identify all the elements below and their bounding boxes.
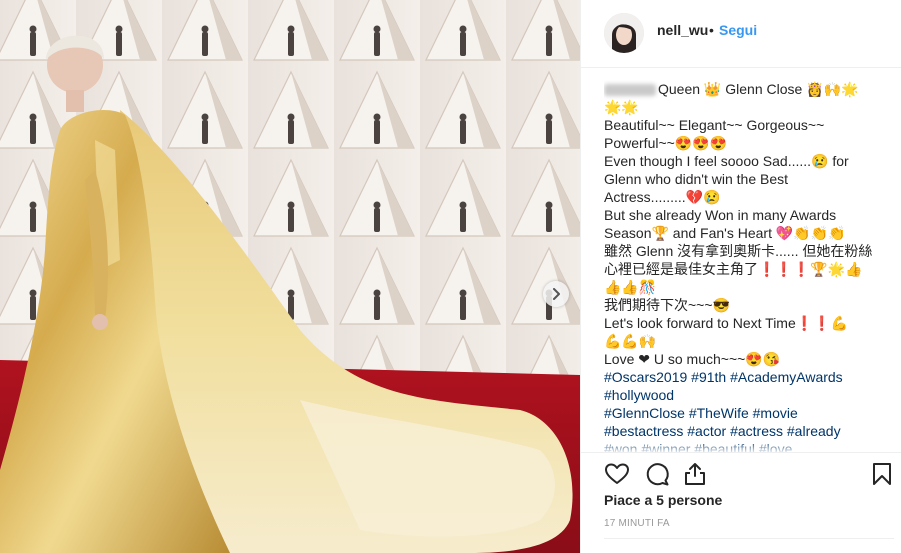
caption-line: But she already Won in many Awards [604, 206, 894, 224]
caption-text: Season🏆 and Fan's Heart 💖👏👏👏 [604, 225, 846, 241]
share-icon [685, 463, 705, 485]
blurred-username [604, 84, 656, 97]
heart-icon [605, 463, 629, 484]
like-button[interactable] [604, 461, 630, 487]
username[interactable]: nell_wu [657, 22, 708, 38]
caption-text: Love ❤ U so much~~~😍😘 [604, 351, 781, 367]
hashtag-line: #Oscars2019 #91th #AcademyAwards [604, 368, 894, 386]
save-button[interactable] [869, 461, 895, 487]
comment-button[interactable] [644, 461, 670, 487]
caption-text: Actress.........💔😢 [604, 189, 721, 205]
caption-line: Actress.........💔😢 [604, 188, 894, 206]
hashtag-link[interactable]: #GlennClose [604, 405, 685, 421]
hashtag-line: #bestactress #actor #actress #already [604, 422, 894, 440]
caption-text: Let's look forward to Next Time❗❗💪 [604, 315, 849, 331]
next-photo-button[interactable] [543, 281, 569, 307]
caption-line: 🌟🌟 [604, 98, 894, 116]
post-sidebar: nell_wu • Segui Queen 👑 Glenn Close 👸🙌🌟 🌟… [580, 0, 901, 553]
caption-line: Love ❤ U so much~~~😍😘 [604, 350, 894, 368]
caption-text: Powerful~~😍😍😍 [604, 135, 728, 151]
caption-text: 我們期待下次~~~😎 [604, 297, 730, 313]
red-carpet-photo [0, 0, 580, 553]
caption-line: 心裡已經是最佳女主角了❗❗❗🏆🌟👍 [604, 260, 894, 278]
post-timestamp[interactable]: 17 MINUTI FA [604, 518, 670, 529]
follow-button[interactable]: Segui [719, 22, 757, 38]
caption-text: 雖然 Glenn 沒有拿到奧斯卡...... 但她在粉絲 [604, 243, 873, 259]
caption-text: Even though I feel soooo Sad......😢 for [604, 153, 849, 169]
caption-line: Queen 👑 Glenn Close 👸🙌🌟 [604, 80, 894, 98]
caption-text: 心裡已經是最佳女主角了❗❗❗🏆🌟👍 [604, 261, 863, 277]
caption-line: Season🏆 and Fan's Heart 💖👏👏👏 [604, 224, 894, 242]
hashtag-line: #GlennClose #TheWife #movie [604, 404, 894, 422]
caption-line: 💪💪🙌 [604, 332, 894, 350]
action-bar [581, 452, 901, 492]
caption-text: 💪💪🙌 [604, 333, 657, 349]
separator-dot: • [709, 22, 714, 38]
bookmark-icon [873, 463, 891, 485]
caption-line: Let's look forward to Next Time❗❗💪 [604, 314, 894, 332]
caption-text: Beautiful~~ Elegant~~ Gorgeous~~ [604, 117, 825, 133]
hashtag-line: #hollywood [604, 386, 894, 404]
share-button[interactable] [682, 461, 708, 487]
caption-text: 👍👍🎊 [604, 279, 657, 295]
post-header: nell_wu • Segui [581, 0, 901, 68]
caption-text: Glenn who didn't win the Best [604, 171, 789, 187]
caption-line: 我們期待下次~~~😎 [604, 296, 894, 314]
comment-icon [646, 463, 669, 486]
likes-count[interactable]: Piace a 5 persone [604, 492, 722, 508]
caption-line: Powerful~~😍😍😍 [604, 134, 894, 152]
caption-text: 🌟🌟 [604, 99, 639, 115]
post-photo[interactable] [0, 0, 580, 553]
chevron-right-icon [553, 288, 560, 300]
hashtag-link[interactable]: #actress [730, 423, 783, 439]
hashtag-link[interactable]: #TheWife [689, 405, 749, 421]
caption-line: 👍👍🎊 [604, 278, 894, 296]
caption-line: Beautiful~~ Elegant~~ Gorgeous~~ [604, 116, 894, 134]
hashtag-link[interactable]: #hollywood [604, 387, 674, 403]
hashtag-link[interactable]: #bestactress [604, 423, 683, 439]
hashtag-link[interactable]: #already [787, 423, 841, 439]
caption-line: Even though I feel soooo Sad......😢 for [604, 152, 894, 170]
post-caption: Queen 👑 Glenn Close 👸🙌🌟 🌟🌟 Beautiful~~ Ele… [604, 80, 894, 452]
hashtag-link[interactable]: #Oscars2019 [604, 369, 687, 385]
likes-text: Piace a 5 persone [604, 492, 723, 508]
hashtag-link[interactable]: #91th [691, 369, 726, 385]
avatar-image [604, 13, 644, 53]
avatar[interactable] [604, 13, 644, 53]
hashtag-link[interactable]: #AcademyAwards [730, 369, 843, 385]
caption-text: Queen 👑 Glenn Close 👸🙌🌟 [658, 81, 859, 97]
divider [604, 538, 894, 539]
caption-line: Glenn who didn't win the Best [604, 170, 894, 188]
caption-line: 雖然 Glenn 沒有拿到奧斯卡...... 但她在粉絲 [604, 242, 894, 260]
hashtag-link[interactable]: #movie [753, 405, 798, 421]
caption-text: But she already Won in many Awards [604, 207, 837, 223]
hashtag-link[interactable]: #actor [687, 423, 726, 439]
